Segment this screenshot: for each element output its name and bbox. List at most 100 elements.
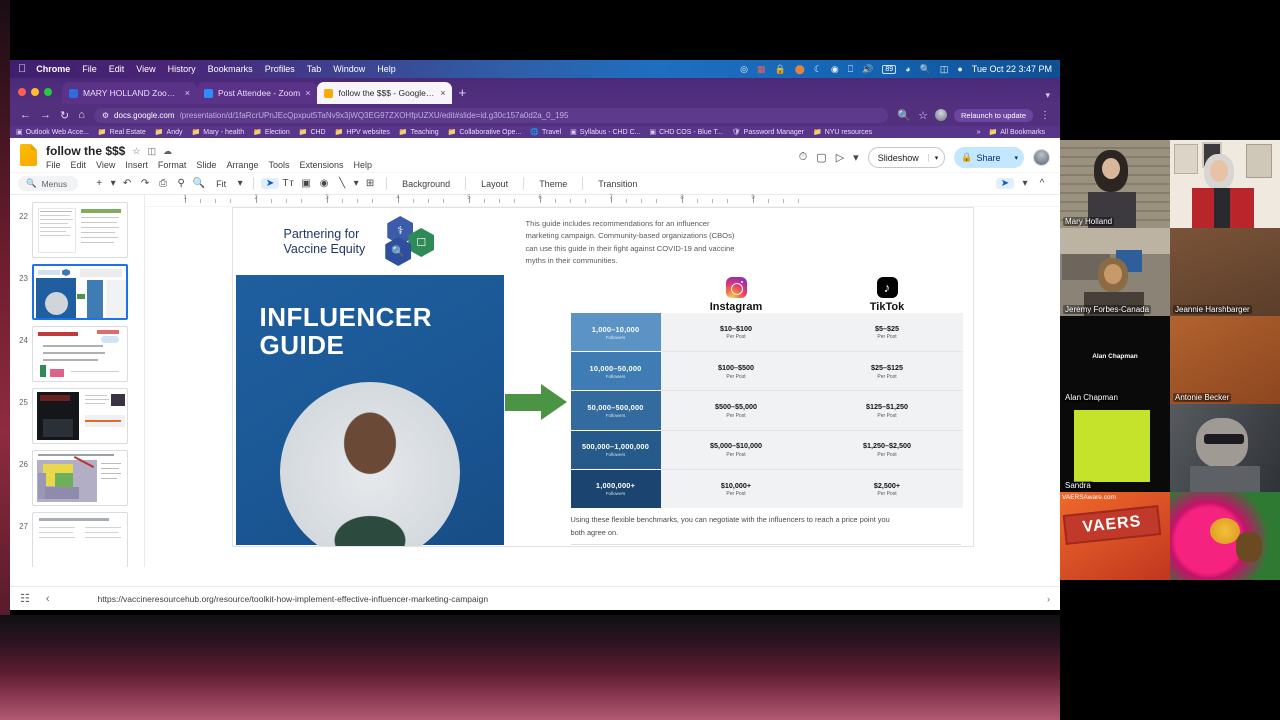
relaunch-to-update-button[interactable]: Relaunch to update (953, 108, 1033, 122)
move-to-folder-icon[interactable]: ◫ (147, 146, 156, 157)
select-tool-icon[interactable]: ➤ (261, 178, 280, 189)
comment-icon[interactable]: ▢ (816, 151, 826, 164)
chevron-down-icon[interactable]: ▾ (1045, 90, 1050, 101)
participant-tile-2[interactable] (1170, 140, 1280, 228)
menu-view[interactable]: View (96, 160, 115, 170)
macmenu-profiles[interactable]: Profiles (265, 64, 295, 74)
new-slide-icon[interactable]: + (90, 178, 108, 189)
bookmark-star-icon[interactable]: ☆ (918, 109, 928, 122)
macmenu-file[interactable]: File (82, 64, 97, 74)
participant-tile-vaers[interactable]: VAERSAware.com VAERS (1060, 492, 1170, 580)
close-tab-icon[interactable]: × (305, 88, 310, 98)
chevron-left-icon[interactable]: ‹ (46, 593, 50, 605)
speaker-notes-url[interactable]: https://vaccineresourcehub.org/resource/… (98, 594, 489, 604)
shape-icon[interactable]: ◉ (315, 178, 333, 189)
menu-arrange[interactable]: Arrange (226, 160, 258, 170)
collapse-icon[interactable]: ^ (1036, 178, 1048, 189)
all-bookmarks-button[interactable]: 📁 All Bookmarks (989, 128, 1045, 137)
bookmark-real-estate[interactable]: 📁 Real Estate (98, 128, 146, 137)
image-icon[interactable]: ▣ (297, 178, 315, 189)
slide-thumbnail[interactable] (32, 388, 128, 444)
layout-button[interactable]: Layout (473, 179, 516, 189)
account-avatar[interactable] (1033, 149, 1050, 166)
slide-thumbnail[interactable] (32, 326, 128, 382)
slide-thumbnail[interactable] (32, 450, 128, 506)
macmenu-help[interactable]: Help (377, 64, 396, 74)
line-dropdown-icon[interactable]: ▾ (351, 178, 361, 189)
participant-tile-flower[interactable] (1170, 492, 1280, 580)
zoom-dropdown-icon[interactable]: ▾ (234, 178, 246, 189)
participant-tile-sandra[interactable]: Sandra (1060, 404, 1170, 492)
macmenu-chrome[interactable]: Chrome (36, 64, 70, 74)
slide-thumbnail-selected[interactable] (32, 264, 128, 320)
window-traffic-lights[interactable] (18, 88, 52, 104)
print-icon[interactable]: ⎙ (154, 178, 172, 189)
bookmarks-overflow-button[interactable]: » (977, 129, 981, 136)
volume-icon[interactable]: 🔊 (862, 64, 873, 74)
macmenu-tab[interactable]: Tab (307, 64, 322, 74)
menu-format[interactable]: Format (158, 160, 187, 170)
star-icon[interactable]: ☆ (132, 146, 140, 157)
filmstrip-item-23[interactable]: 23 (10, 261, 144, 323)
transition-button[interactable]: Transition (590, 179, 645, 189)
macmenu-edit[interactable]: Edit (109, 64, 125, 74)
filmstrip-item-24[interactable]: 24 (10, 323, 144, 385)
cloud-saved-icon[interactable]: ☁ (163, 146, 172, 157)
dropbox-icon[interactable]: ⬤ (795, 64, 805, 74)
history-icon[interactable]: ⏱ (799, 151, 808, 164)
bookmark-mary-health[interactable]: 📁 Mary - health (192, 128, 245, 137)
close-tab-icon[interactable]: × (440, 88, 445, 98)
filmstrip-item-26[interactable]: 26 (10, 447, 144, 509)
site-info-icon[interactable]: ⚙ (102, 111, 109, 120)
bookmark-teaching[interactable]: 📁 Teaching (399, 128, 439, 137)
menu-extensions[interactable]: Extensions (299, 160, 343, 170)
bookmark-chd-cos[interactable]: ▣ CHD COS - Blue T... (649, 128, 722, 137)
filmstrip-item-25[interactable]: 25 (10, 385, 144, 447)
line-icon[interactable]: ╲ (333, 178, 351, 189)
new-tab-button[interactable]: + (458, 85, 466, 104)
redo-icon[interactable]: ↷ (136, 178, 154, 189)
menu-insert[interactable]: Insert (125, 160, 148, 170)
chevron-down-icon[interactable]: ▾ (927, 153, 945, 162)
bookmark-password-manager[interactable]: 🛡 Password Manager (732, 128, 804, 137)
filmstrip-item-27[interactable]: 27 (10, 509, 144, 567)
bookmark-hpv-websites[interactable]: 📁 HPV websites (335, 128, 390, 137)
profile-avatar[interactable] (934, 109, 947, 121)
bookmark-travel[interactable]: 🌐 Travel (530, 128, 561, 137)
minimize-window-button[interactable] (31, 88, 39, 96)
menu-slide[interactable]: Slide (196, 160, 216, 170)
tab-follow-the-money-slides[interactable]: follow the $$$ - Google Slid × (317, 82, 453, 104)
battery-icon[interactable]: 89 (882, 64, 897, 74)
tab-mary-holland-zoom[interactable]: MARY HOLLAND Zoom meet × (62, 82, 197, 104)
tab-post-attendee-zoom[interactable]: Post Attendee - Zoom × (197, 82, 318, 104)
document-title[interactable]: follow the $$$ (46, 144, 125, 158)
chevron-down-icon[interactable]: ▾ (1020, 178, 1030, 189)
bookmark-nyu-resources[interactable]: 📁 NYU resources (813, 128, 872, 137)
bookmark-election[interactable]: 📁 Election (253, 128, 290, 137)
paint-format-icon[interactable]: ⚲ (172, 178, 190, 189)
participant-tile-8[interactable] (1170, 404, 1280, 492)
bookmark-outlook[interactable]: ▣ Outlook Web Acce... (16, 128, 89, 137)
lock-icon[interactable]: 🔒 (775, 64, 786, 74)
siri-icon[interactable]: ● (957, 64, 962, 74)
maximize-window-button[interactable] (44, 88, 52, 96)
apple-logo-icon[interactable]:  (18, 63, 26, 75)
address-bar[interactable]: ⚙ docs.google.com /presentation/d/1faRcr… (93, 107, 889, 123)
chevron-down-icon[interactable]: ▾ (1008, 154, 1024, 162)
chevron-right-icon[interactable]: › (1047, 594, 1050, 604)
menubar-clock[interactable]: Tue Oct 22 3:47 PM (972, 64, 1052, 74)
menu-search-box[interactable]: 🔍 Menus (18, 176, 79, 191)
grid-icon[interactable]: ▦ (757, 64, 766, 74)
participant-tile-jeremy-forbes[interactable]: Jeremy Forbes-Canada (1060, 228, 1170, 316)
back-button[interactable]: ← (20, 109, 31, 121)
macmenu-window[interactable]: Window (333, 64, 365, 74)
cursor-icon[interactable]: ➤ (996, 178, 1014, 189)
slideshow-button[interactable]: Slideshow ▾ (867, 147, 946, 168)
chevron-down-icon[interactable]: ▾ (853, 151, 859, 164)
wifi-icon[interactable]: ◕ (905, 64, 910, 74)
reload-button[interactable]: ↻ (60, 109, 69, 122)
home-button[interactable]: ⌂ (78, 109, 85, 121)
share-button[interactable]: 🔒 Share ▾ (954, 147, 1024, 168)
close-tab-icon[interactable]: × (185, 88, 190, 98)
zoom-level-label[interactable]: Fit (208, 179, 234, 189)
